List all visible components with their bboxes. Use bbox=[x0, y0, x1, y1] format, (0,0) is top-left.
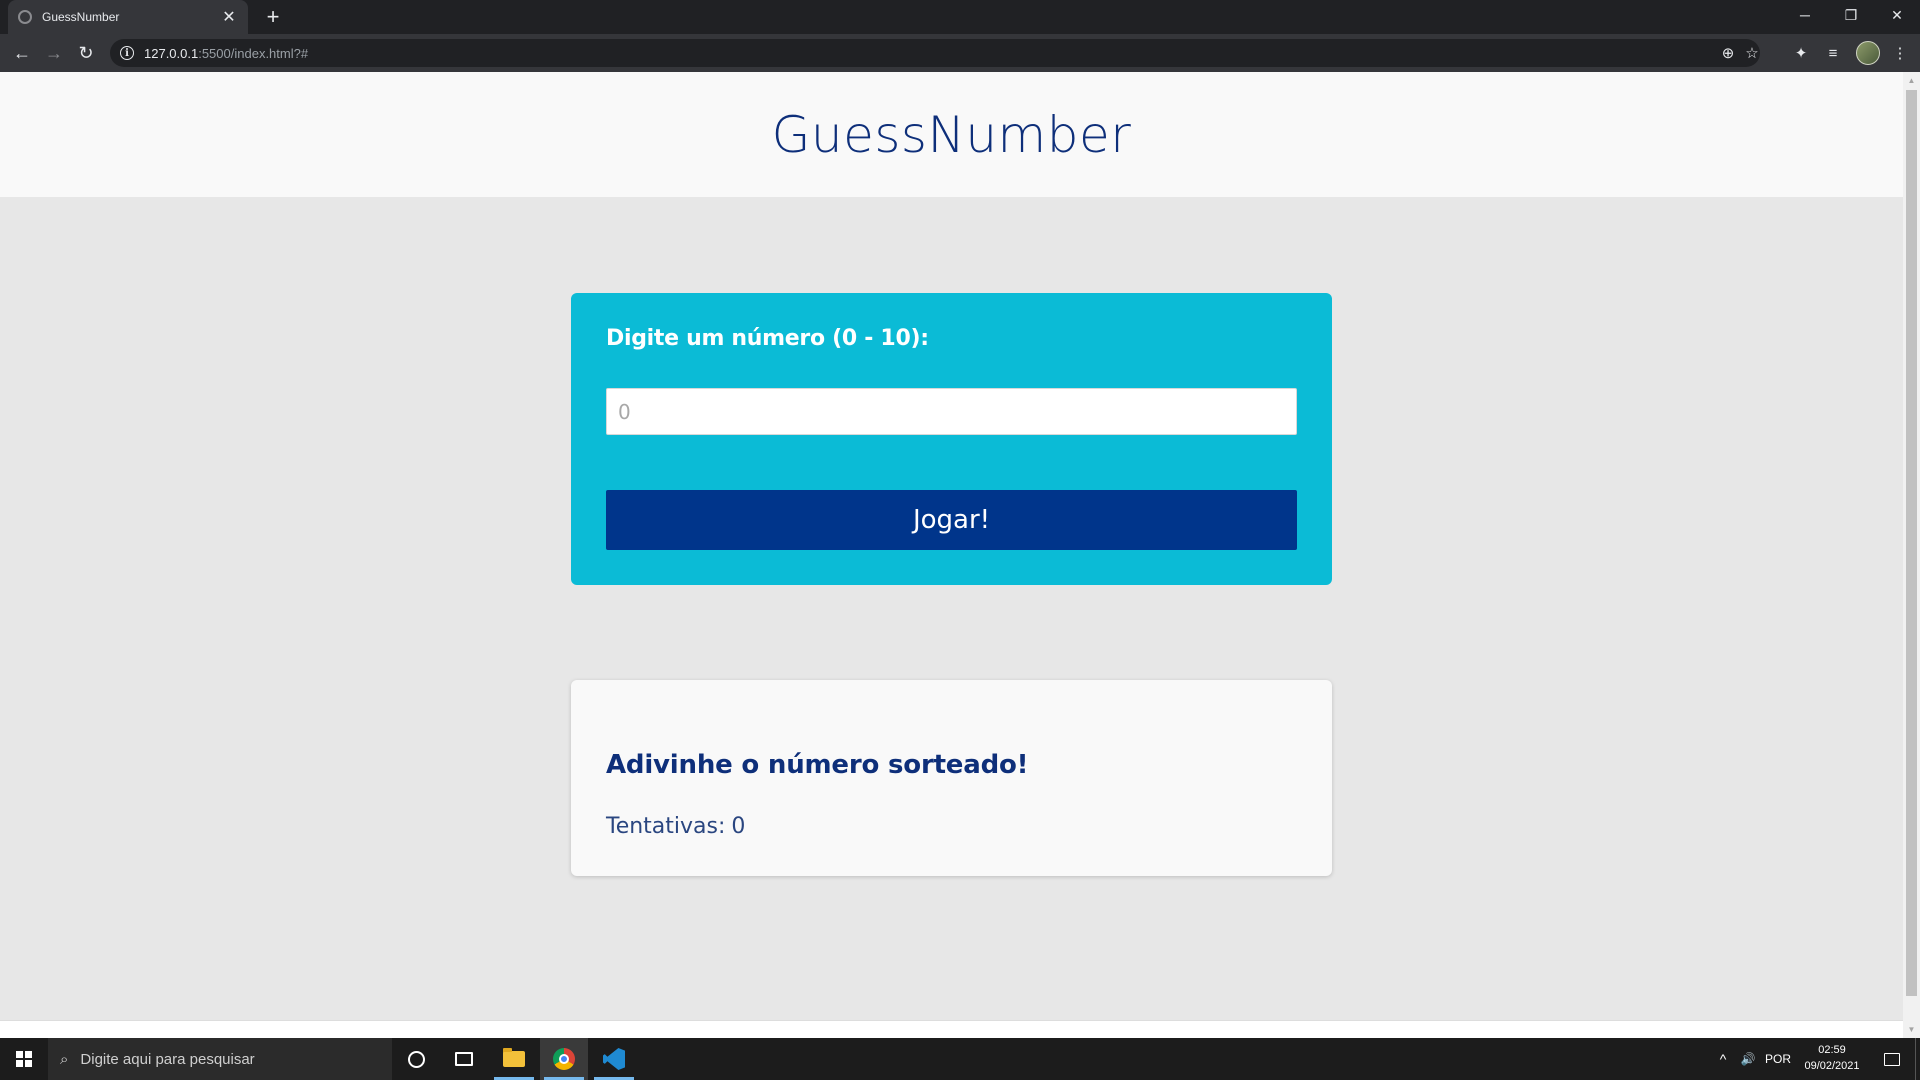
back-button[interactable]: ← bbox=[10, 41, 34, 65]
cortana-icon bbox=[407, 1050, 425, 1068]
extensions-icon[interactable]: ✦ bbox=[1789, 41, 1813, 65]
browser-tab[interactable]: GuessNumber ✕ bbox=[8, 0, 248, 34]
url-path: :5500/index.html?# bbox=[198, 45, 309, 61]
zoom-icon[interactable]: ⊕ bbox=[1716, 39, 1740, 67]
browser-menu-icon[interactable]: ⋮ bbox=[1888, 41, 1912, 65]
minimize-icon[interactable]: ─ bbox=[1782, 0, 1828, 30]
input-language-indicator[interactable]: POR bbox=[1762, 1038, 1794, 1080]
task-view-icon bbox=[455, 1052, 473, 1066]
site-header: GuessNumber bbox=[0, 72, 1903, 197]
taskbar-search-placeholder: Digite aqui para pesquisar bbox=[80, 1050, 255, 1068]
restore-icon[interactable]: ❐ bbox=[1828, 0, 1874, 30]
globe-icon bbox=[18, 10, 32, 24]
profile-avatar[interactable] bbox=[1856, 41, 1880, 65]
url-host: 127.0.0.1 bbox=[144, 45, 199, 61]
scrollbar-thumb[interactable] bbox=[1906, 90, 1917, 996]
window-close-icon[interactable]: ✕ bbox=[1874, 0, 1920, 30]
guess-number-input[interactable] bbox=[606, 388, 1297, 435]
chrome-icon bbox=[553, 1048, 575, 1070]
forward-button[interactable]: → bbox=[42, 41, 66, 65]
result-heading: Adivinhe o número sorteado! bbox=[606, 750, 1029, 780]
result-card: Adivinhe o número sorteado! Tentativas: 0 bbox=[571, 680, 1332, 876]
clock-date: 09/02/2021 bbox=[1804, 1060, 1860, 1072]
start-button[interactable] bbox=[0, 1038, 48, 1080]
site-title: GuessNumber bbox=[771, 105, 1132, 164]
close-tab-icon[interactable]: ✕ bbox=[220, 7, 238, 27]
taskbar-clock[interactable]: 02:59 09/02/2021 bbox=[1796, 1042, 1868, 1076]
action-center-button[interactable] bbox=[1872, 1038, 1912, 1080]
reload-button[interactable]: ↻ bbox=[74, 41, 98, 65]
volume-icon[interactable]: 🔊 bbox=[1736, 1038, 1760, 1080]
task-view-button[interactable] bbox=[440, 1038, 488, 1080]
media-control-icon[interactable]: ≡ bbox=[1821, 41, 1845, 65]
chrome-taskbar-button[interactable] bbox=[540, 1038, 588, 1080]
page-viewport: GuessNumber Digite um número (0 - 10): J… bbox=[0, 72, 1903, 1038]
browser-toolbar: ← → ↻ i 127.0.0.1 :5500/index.html?# ⊕ ☆… bbox=[0, 34, 1920, 72]
show-desktop-button[interactable] bbox=[1915, 1038, 1920, 1080]
cortana-button[interactable] bbox=[392, 1038, 440, 1080]
vscode-icon bbox=[603, 1048, 625, 1070]
new-tab-button[interactable]: + bbox=[260, 4, 286, 30]
scroll-up-arrow-icon[interactable]: ▲ bbox=[1903, 72, 1920, 89]
attempts-label: Tentativas: bbox=[606, 814, 726, 839]
windows-logo-icon bbox=[16, 1051, 32, 1067]
folder-icon bbox=[503, 1048, 525, 1067]
search-icon: ⌕ bbox=[60, 1050, 69, 1068]
attempts-value: 0 bbox=[731, 814, 746, 839]
address-bar[interactable]: i 127.0.0.1 :5500/index.html?# ⊕ ☆ bbox=[110, 39, 1760, 67]
vscode-taskbar-button[interactable] bbox=[590, 1038, 638, 1080]
notification-icon bbox=[1884, 1052, 1900, 1066]
attempts-counter: Tentativas: 0 bbox=[606, 814, 745, 839]
windows-taskbar: ⌕ Digite aqui para pesquisar ^ 🔊 POR 02:… bbox=[0, 1038, 1920, 1080]
site-info-icon[interactable]: i bbox=[120, 46, 134, 60]
taskbar-search-box[interactable]: ⌕ Digite aqui para pesquisar bbox=[48, 1038, 392, 1080]
tab-title: GuessNumber bbox=[42, 10, 120, 24]
file-explorer-button[interactable] bbox=[490, 1038, 538, 1080]
page-scrollbar[interactable]: ▲ ▼ bbox=[1903, 72, 1920, 1038]
tray-overflow-chevron-icon[interactable]: ^ bbox=[1712, 1038, 1734, 1080]
browser-tabstrip: GuessNumber ✕ + ─ ❐ ✕ bbox=[0, 0, 1920, 34]
guess-input-label: Digite um número (0 - 10): bbox=[606, 326, 929, 351]
page-footer bbox=[0, 1020, 1903, 1038]
clock-time: 02:59 bbox=[1818, 1044, 1846, 1056]
play-button[interactable]: Jogar! bbox=[606, 490, 1297, 550]
bookmark-star-icon[interactable]: ☆ bbox=[1740, 39, 1764, 67]
guess-form-card: Digite um número (0 - 10): Jogar! bbox=[571, 293, 1332, 585]
scroll-down-arrow-icon[interactable]: ▼ bbox=[1903, 1021, 1920, 1038]
